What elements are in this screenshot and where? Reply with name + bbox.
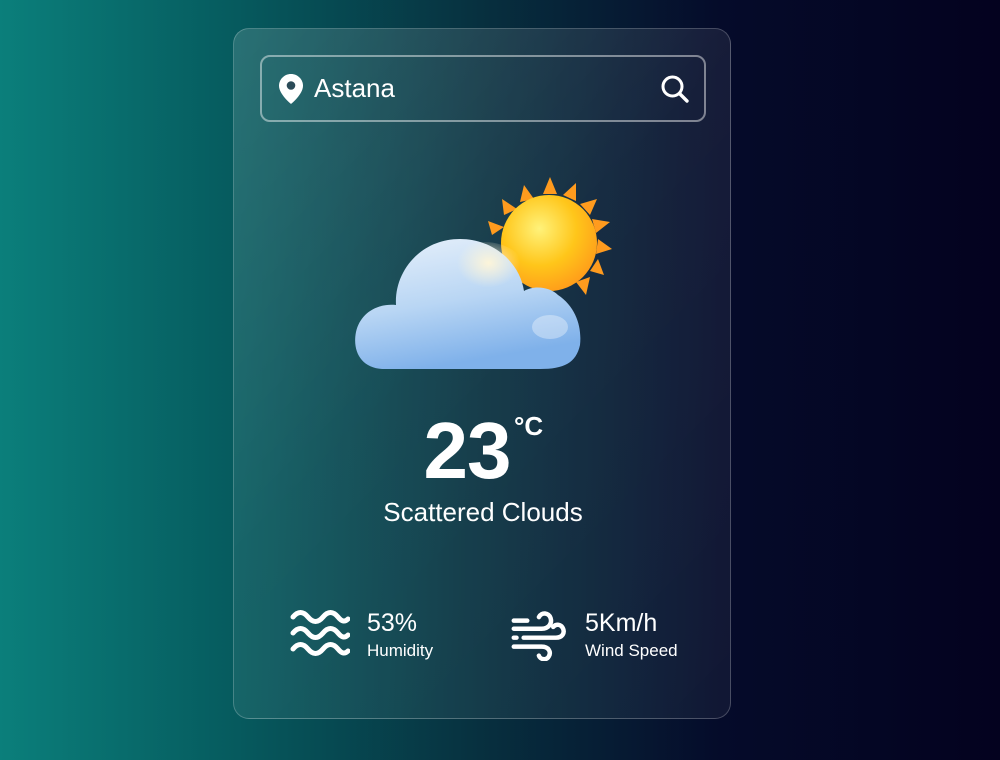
sun-behind-cloud-icon bbox=[355, 177, 612, 369]
weather-card: 23 °C Scattered Clouds 53% Humidity 5Km/… bbox=[233, 28, 731, 719]
humidity-label: Humidity bbox=[367, 641, 434, 660]
city-input[interactable] bbox=[314, 57, 634, 120]
wind-label: Wind Speed bbox=[585, 641, 678, 660]
wind-value: 5Km/h bbox=[585, 609, 658, 637]
search-box bbox=[260, 55, 706, 122]
search-icon[interactable] bbox=[660, 74, 690, 104]
wind-icon bbox=[511, 611, 566, 661]
water-waves-icon bbox=[290, 610, 350, 656]
humidity-value: 53% bbox=[367, 609, 418, 637]
temperature-unit: °C bbox=[514, 411, 544, 441]
temperature-value: 23 bbox=[423, 406, 512, 495]
temperature: 23 °C bbox=[234, 405, 732, 497]
weather-description: Scattered Clouds bbox=[383, 497, 583, 527]
map-pin-icon bbox=[279, 74, 303, 104]
